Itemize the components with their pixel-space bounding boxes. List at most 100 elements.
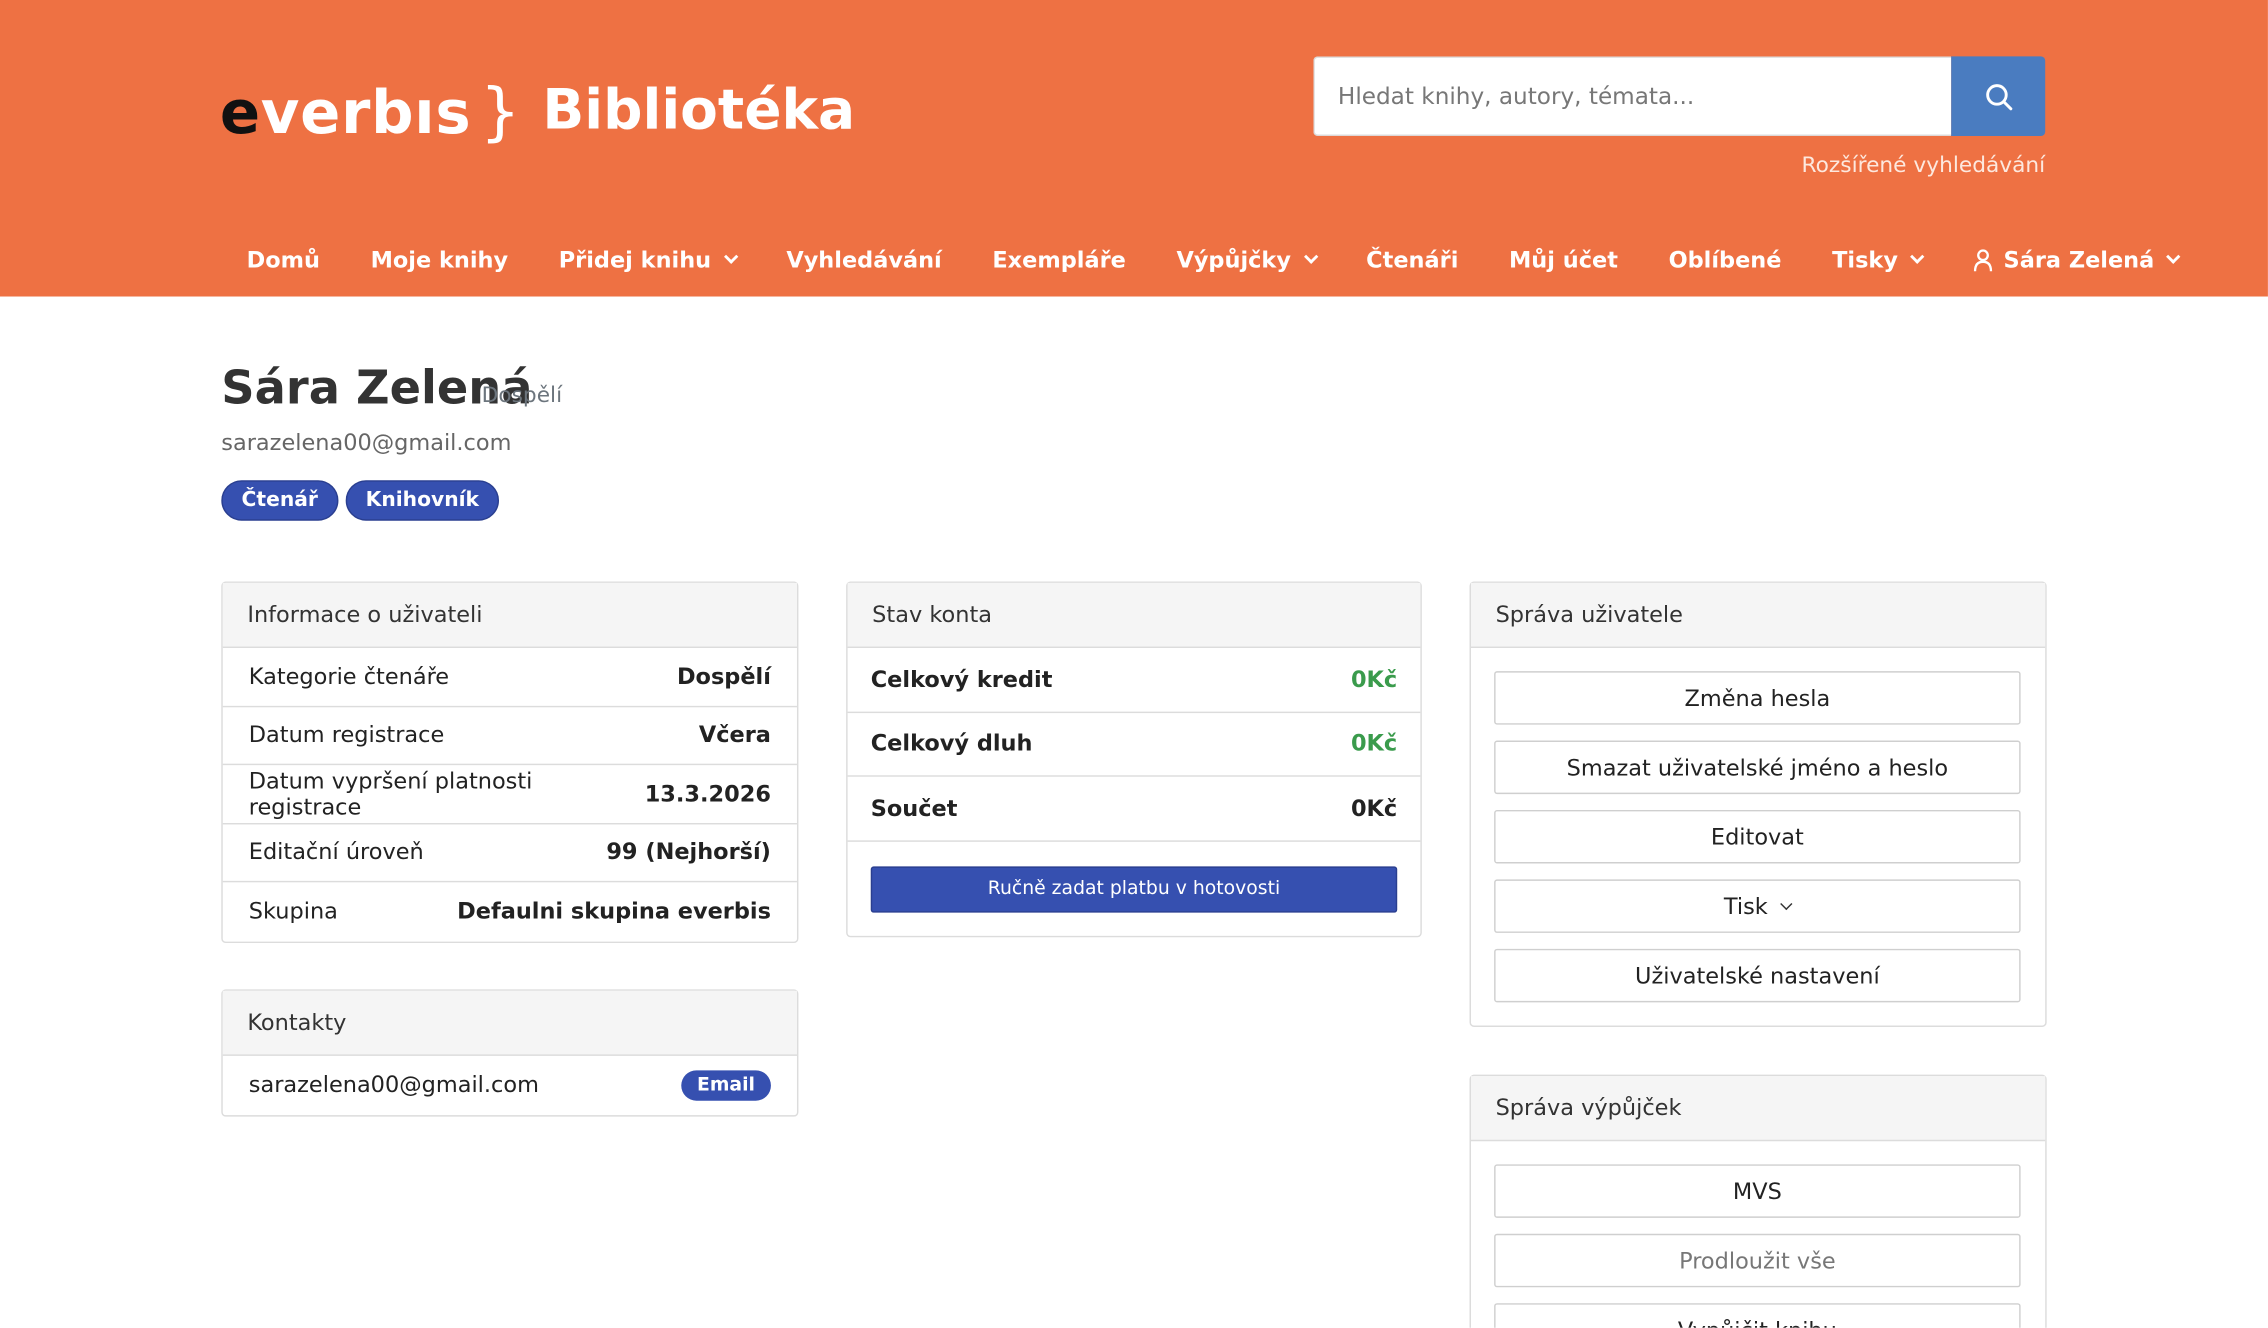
search-bar [1313, 56, 2046, 136]
nav-label: Můj účet [1509, 247, 1618, 274]
advanced-search-link[interactable]: Rozšířené vyhledávání [1802, 152, 2046, 178]
button-label: Změna hesla [1684, 684, 1831, 711]
contact-row: sarazelena00@gmail.com Email [223, 1056, 797, 1115]
button-label: Prodloužit vše [1679, 1247, 1836, 1274]
card-title: Informace o uživateli [222, 582, 797, 648]
renew-all-button[interactable]: Prodloužit vše [1494, 1233, 2021, 1288]
nav-label: Přidej knihu [558, 247, 712, 274]
row-label: Celkový kredit [870, 666, 1053, 693]
user-info-card: Informace o uživateli Kategorie čtenáře D… [221, 581, 799, 943]
row-value: 0Kč [1350, 730, 1398, 757]
nav-label: Vyhledávání [786, 247, 942, 274]
row-label: Skupina [248, 898, 338, 925]
nav-label: Exempláře [992, 247, 1126, 274]
button-label: Smazat uživatelské jméno a heslo [1566, 754, 1949, 781]
info-row-group: Skupina Defaulni skupina everbis [223, 882, 797, 941]
button-label: MVS [1732, 1178, 1782, 1205]
main-nav: Domů Moje knihy Přidej knihu Vyhledávání… [221, 231, 2181, 289]
role-badge-librarian: Knihovník [345, 480, 500, 521]
account-row-credit: Celkový kredit 0Kč [847, 648, 1421, 713]
contact-value: sarazelena00@gmail.com [248, 1072, 539, 1099]
row-value: Defaulni skupina everbis [457, 898, 771, 925]
nav-label: Domů [246, 247, 320, 274]
row-value: 0Kč [1350, 666, 1398, 693]
button-label: Tisk [1723, 893, 1768, 920]
nav-label: Čtenáři [1366, 247, 1459, 274]
nav-copies[interactable]: Exempláře [967, 247, 1151, 273]
search-input[interactable] [1313, 56, 1952, 136]
nav-loans[interactable]: Výpůjčky [1151, 247, 1341, 273]
row-label: Datum vypršení platnosti registrace [248, 767, 533, 820]
nav-user-menu[interactable]: Sára Zelená [1948, 247, 2208, 273]
nav-add-book[interactable]: Přidej knihu [533, 247, 761, 273]
change-password-button[interactable]: Změna hesla [1494, 671, 2021, 725]
search-icon [1985, 83, 2012, 110]
row-value: 0Kč [1350, 795, 1398, 822]
delete-credentials-button[interactable]: Smazat uživatelské jméno a heslo [1494, 740, 2021, 795]
contact-type-badge: Email [681, 1069, 771, 1101]
cash-payment-button[interactable]: Ručně zadat platbu v hotovosti [870, 865, 1398, 912]
nav-my-account[interactable]: Můj účet [1484, 247, 1644, 273]
info-row-expiration-date: Datum vypršení platnosti registrace 13.3.… [222, 765, 797, 824]
account-row-debt: Celkový dluh 0Kč [847, 712, 1421, 777]
row-label: Součet [870, 795, 958, 822]
nav-home[interactable]: Domů [221, 247, 345, 273]
nav-my-books[interactable]: Moje knihy [345, 247, 533, 273]
button-label: Uživatelské nastavení [1635, 962, 1880, 989]
row-value: 99 (Nejhorší) [606, 839, 771, 866]
nav-user-name: Sára Zelená [2003, 247, 2155, 274]
button-label: Vypůjčit knihu [1678, 1317, 1837, 1328]
site-header: e verbıs } Bibliotéka Rozšířené vyhledáv… [0, 0, 2268, 297]
contacts-card: Kontakty sarazelena00@gmail.com Email [221, 989, 799, 1116]
nav-readers[interactable]: Čtenáři [1341, 247, 1484, 273]
user-icon [1974, 249, 1993, 272]
account-status-card: Stav konta Celkový kredit 0Kč Celkový dlu… [846, 581, 1422, 937]
logo-wordmark: verbıs [260, 77, 472, 147]
user-management-buttons: Změna hesla Smazat uživatelské jméno a h… [1471, 648, 2045, 1003]
loan-management-card: Správa výpůjček MVS Prodloužit vše Vypůj… [1469, 1074, 2047, 1328]
row-label: Kategorie čtenáře [248, 663, 450, 690]
chevron-down-icon [2166, 249, 2181, 264]
nav-prints[interactable]: Tisky [1807, 247, 1948, 273]
chevron-down-icon [1780, 897, 1793, 910]
role-badges: Čtenář Knihovník [221, 480, 500, 521]
search-button[interactable] [1951, 56, 2046, 136]
nav-label: Výpůjčky [1176, 247, 1291, 274]
card-title: Správa výpůjček [1470, 1076, 2046, 1142]
nav-label: Moje knihy [370, 247, 509, 274]
everbis-logo[interactable]: e verbıs } [220, 75, 521, 149]
row-label: Datum registrace [248, 722, 445, 749]
card-title: Kontakty [222, 990, 797, 1056]
card-title: Správa uživatele [1470, 582, 2046, 648]
card-title: Stav konta [847, 582, 1421, 648]
user-settings-button[interactable]: Uživatelské nastavení [1494, 948, 2021, 1003]
nav-label: Oblíbené [1668, 247, 1782, 274]
borrow-book-button[interactable]: Vypůjčit knihu [1494, 1303, 2021, 1328]
nav-label: Tisky [1832, 247, 1898, 274]
button-label: Editovat [1710, 823, 1804, 850]
mvs-button[interactable]: MVS [1494, 1164, 2021, 1218]
chevron-down-icon [1910, 249, 1925, 264]
site-title: Bibliotéka [542, 78, 856, 142]
chevron-down-icon [723, 249, 738, 264]
row-value: 13.3.2026 [644, 780, 771, 807]
logo-letter-e: e [219, 77, 261, 147]
edit-button[interactable]: Editovat [1494, 809, 2021, 864]
loan-management-buttons: MVS Prodloužit vše Vypůjčit knihu [1471, 1141, 2045, 1328]
row-value: Dospělí [676, 663, 771, 690]
info-row-category: Kategorie čtenáře Dospělí [222, 648, 797, 707]
row-value: Včera [698, 722, 771, 749]
role-badge-reader: Čtenář [221, 480, 339, 521]
row-label: Editační úroveň [248, 839, 424, 866]
row-label: Celkový dluh [870, 730, 1033, 757]
logo-brace: } [480, 75, 522, 149]
nav-search[interactable]: Vyhledávání [761, 247, 967, 273]
print-dropdown-button[interactable]: Tisk [1494, 879, 2021, 933]
info-row-edit-level: Editační úroveň 99 (Nejhorší) [222, 824, 797, 883]
chevron-down-icon [1303, 249, 1318, 264]
profile-email: sarazelena00@gmail.com [221, 429, 512, 456]
nav-favorites[interactable]: Oblíbené [1643, 247, 1807, 273]
info-row-registration-date: Datum registrace Včera [222, 707, 797, 766]
profile-category: Dospělí [481, 381, 563, 408]
user-management-card: Správa uživatele Změna hesla Smazat uživ… [1469, 581, 2047, 1027]
